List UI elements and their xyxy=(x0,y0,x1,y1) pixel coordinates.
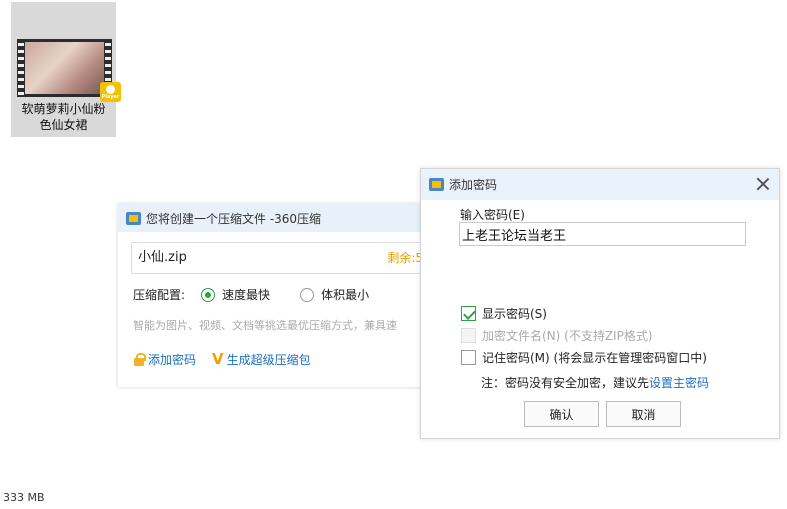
password-input[interactable] xyxy=(459,222,746,246)
compression-hint: 智能为图片、视频、文档等挑选最优压缩方式，兼具速 xyxy=(133,319,397,332)
compression-window-title: 您将创建一个压缩文件 -360压缩 xyxy=(146,211,322,226)
v-logo-icon: V xyxy=(212,350,224,368)
compression-actions: 添加密码 V 生成超级压缩包 xyxy=(133,350,311,368)
file-name-line2: 色仙女裙 xyxy=(39,118,88,132)
encrypt-filename-checkbox xyxy=(461,328,476,343)
360zip-app-icon xyxy=(126,211,141,225)
archive-name-value: 小仙.zip xyxy=(138,250,187,265)
remember-password-label[interactable]: 记住密码(M) (将会显示在管理密码窗口中) xyxy=(482,349,707,366)
film-perforation-left xyxy=(18,39,24,97)
remember-password-checkbox[interactable] xyxy=(461,350,476,365)
file-name-line1: 软萌萝莉小仙粉 xyxy=(21,102,106,116)
add-password-title: 添加密码 xyxy=(449,178,498,192)
security-note-text: 注：密码没有安全加密，建议先 xyxy=(481,376,650,390)
compression-window: 您将创建一个压缩文件 -360压缩 小仙.zip 剩余:5 压缩配置: 速度最快… xyxy=(118,204,423,387)
compression-config-row: 压缩配置: 速度最快 体积最小 xyxy=(133,286,369,303)
lock-icon xyxy=(133,352,146,366)
show-password-label[interactable]: 显示密码(S) xyxy=(482,305,547,322)
super-zip-link[interactable]: 生成超级压缩包 xyxy=(227,351,311,368)
show-password-checkbox[interactable] xyxy=(461,306,476,321)
archive-name-field[interactable]: 小仙.zip 剩余:5 xyxy=(131,242,423,274)
radio-fastest[interactable] xyxy=(201,287,216,302)
cancel-button[interactable]: 取消 xyxy=(606,401,681,427)
compression-window-titlebar[interactable]: 您将创建一个压缩文件 -360压缩 xyxy=(118,204,423,232)
radio-fastest-label[interactable]: 速度最快 xyxy=(222,286,270,303)
player-badge-icon: Player xyxy=(100,82,121,102)
set-master-password-link[interactable]: 设置主密码 xyxy=(649,376,709,390)
add-password-titlebar[interactable]: 添加密码 xyxy=(421,169,779,200)
add-password-dialog: 添加密码 输入密码(E) 显示密码(S) 加密文件名(N) (不支持ZIP格式)… xyxy=(420,168,780,439)
desktop: Player 软萌萝莉小仙粉 色仙女裙 您将创建一个压缩文件 -360压缩 小仙… xyxy=(0,0,787,509)
encrypt-filename-label: 加密文件名(N) (不支持ZIP格式) xyxy=(482,329,653,343)
file-name-label: 软萌萝莉小仙粉 色仙女裙 xyxy=(11,101,116,133)
confirm-button[interactable]: 确认 xyxy=(524,401,599,427)
close-icon[interactable] xyxy=(755,176,771,192)
status-size-text: 333 MB xyxy=(3,491,45,504)
remaining-space-label: 剩余:5 xyxy=(387,251,423,265)
show-password-row[interactable]: 显示密码(S) xyxy=(461,305,547,322)
password-input-label: 输入密码(E) xyxy=(460,208,525,222)
360zip-app-icon xyxy=(429,178,444,191)
compression-config-label: 压缩配置: xyxy=(133,288,186,302)
video-thumbnail xyxy=(17,39,112,97)
thumbnail-image xyxy=(25,42,104,94)
encrypt-filename-row: 加密文件名(N) (不支持ZIP格式) xyxy=(461,327,653,344)
video-file-icon-tile[interactable]: Player 软萌萝莉小仙粉 色仙女裙 xyxy=(11,2,121,137)
add-password-link[interactable]: 添加密码 xyxy=(148,351,196,368)
security-note: 注：密码没有安全加密，建议先设置主密码 xyxy=(481,374,709,391)
radio-smallest[interactable] xyxy=(300,287,315,302)
radio-smallest-label[interactable]: 体积最小 xyxy=(321,286,369,303)
remember-password-row[interactable]: 记住密码(M) (将会显示在管理密码窗口中) xyxy=(461,349,707,366)
